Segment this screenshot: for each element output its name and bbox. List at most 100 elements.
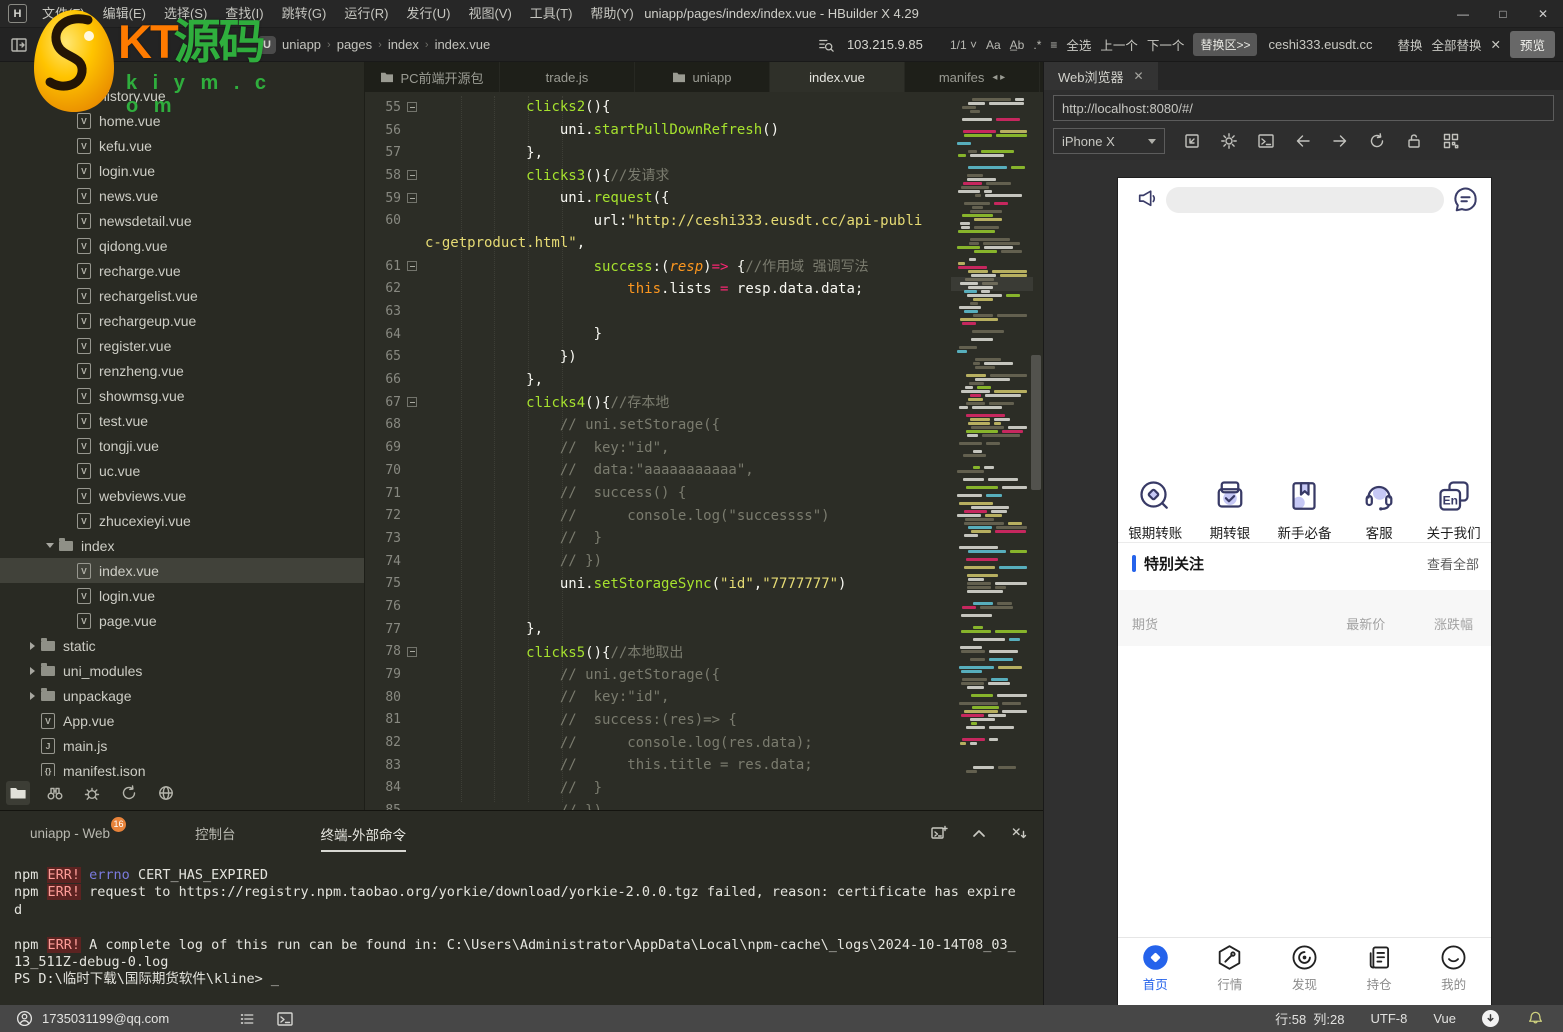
tree-item-static[interactable]: static: [0, 633, 364, 658]
quick-action-期转银[interactable]: 期转银: [1193, 478, 1268, 542]
code-line-75[interactable]: 75 uni.setStorageSync("id","7777777"): [365, 572, 953, 595]
tree-item-unpackage[interactable]: unpackage: [0, 683, 364, 708]
tree-item-index[interactable]: index: [0, 533, 364, 558]
menu-查找I[interactable]: 查找(I): [216, 0, 272, 27]
code-line-59[interactable]: 59 uni.request({: [365, 187, 953, 210]
account-icon[interactable]: [14, 1009, 34, 1029]
fold-marker[interactable]: [405, 102, 419, 112]
menu-视图V[interactable]: 视图(V): [459, 0, 520, 27]
code-line-78[interactable]: 78 clicks5(){//本地取出: [365, 641, 953, 664]
menu-选择S[interactable]: 选择(S): [155, 0, 216, 27]
quick-action-关于我们[interactable]: En 关于我们: [1416, 478, 1491, 542]
code-editor[interactable]: 55 clicks2(){56 uni.startPullDownRefresh…: [365, 92, 1043, 810]
console-icon[interactable]: [1256, 131, 1276, 151]
tree-item-rechargelist.vue[interactable]: Vrechargelist.vue: [0, 283, 364, 308]
collapse-panel-icon[interactable]: [969, 823, 989, 843]
tree-item-qidong.vue[interactable]: Vqidong.vue: [0, 233, 364, 258]
code-line-61[interactable]: 61 success:(resp)=> {//作用域 强调写法: [365, 255, 953, 278]
terminal-icon[interactable]: [275, 1009, 295, 1029]
code-line-81[interactable]: 81 // success:(res)=> {: [365, 709, 953, 732]
code-line-66[interactable]: 66 },: [365, 368, 953, 391]
fold-marker[interactable]: [405, 193, 419, 203]
tree-item-tongji.vue[interactable]: Vtongji.vue: [0, 433, 364, 458]
quick-action-新手必备[interactable]: 新手必备: [1267, 478, 1342, 542]
browser-tab[interactable]: Web浏览器 ✕: [1044, 62, 1158, 90]
editor-scrollbar[interactable]: [1031, 355, 1041, 490]
terminal-output[interactable]: npm ERR! errno CERT_HAS_EXPIRED npm ERR! …: [14, 867, 1033, 989]
replace-input[interactable]: [1266, 36, 1389, 53]
tree-item-uc.vue[interactable]: Vuc.vue: [0, 458, 364, 483]
minimap-viewport[interactable]: [951, 277, 1033, 291]
sync-view-icon[interactable]: [117, 781, 141, 805]
files-view-icon[interactable]: [6, 781, 30, 805]
tree-item-main.js[interactable]: Jmain.js: [0, 733, 364, 758]
menu-运行R[interactable]: 运行(R): [335, 0, 397, 27]
code-line-73[interactable]: 73 // }: [365, 527, 953, 550]
fold-marker[interactable]: [405, 647, 419, 657]
nav-item-首页[interactable]: 首页: [1118, 938, 1193, 1005]
code-line-85[interactable]: 85 // }): [365, 799, 953, 810]
screenshot-export-icon[interactable]: [929, 823, 949, 843]
select-all-button[interactable]: 全选: [1066, 35, 1091, 54]
editor-tab-manifes[interactable]: manifes ◂ ▸: [905, 62, 1040, 92]
regex-toggle[interactable]: .*: [1033, 38, 1041, 52]
editor-tab-trade.js[interactable]: trade.js: [500, 62, 635, 92]
match-case-toggle[interactable]: Aa: [986, 38, 1001, 52]
tree-item-showmsg.vue[interactable]: Vshowmsg.vue: [0, 383, 364, 408]
nav-item-我的[interactable]: 我的: [1416, 938, 1491, 1005]
code-line-68[interactable]: 68 // uni.setStorage({: [365, 414, 953, 437]
tree-item-register.vue[interactable]: Vregister.vue: [0, 333, 364, 358]
menu-帮助Y[interactable]: 帮助(Y): [581, 0, 642, 27]
next-match-button[interactable]: 下一个: [1147, 35, 1185, 54]
chevron-closed-icon[interactable]: [24, 691, 40, 700]
announcement-ticker[interactable]: [1166, 187, 1444, 213]
code-line-67[interactable]: 67 clicks4(){//存本地: [365, 391, 953, 414]
code-line-60[interactable]: 60 url:"http://ceshi333.eusdt.cc/api-pub…: [365, 209, 953, 232]
code-line-72[interactable]: 72 // console.log("successss"): [365, 504, 953, 527]
tree-item-kefu.vue[interactable]: Vkefu.vue: [0, 133, 364, 158]
lines-toggle[interactable]: ≡: [1050, 38, 1057, 52]
chevron-closed-icon[interactable]: [24, 641, 40, 650]
code-line-77[interactable]: 77 },: [365, 618, 953, 641]
code-line-74[interactable]: 74 // }): [365, 550, 953, 573]
tree-item-uni_modules[interactable]: uni_modules: [0, 658, 364, 683]
encoding-indicator[interactable]: UTF-8: [1371, 1011, 1408, 1026]
qr-code-icon[interactable]: [1441, 131, 1461, 151]
code-line-76[interactable]: 76: [365, 595, 953, 618]
tree-item-App.vue[interactable]: V App.vue: [0, 708, 364, 733]
previous-match-button[interactable]: 上一个: [1100, 35, 1138, 54]
chat-bubble-icon[interactable]: [1452, 186, 1479, 213]
terminal-tab-控制台[interactable]: 控制台: [195, 823, 236, 845]
nav-item-发现[interactable]: 发现: [1267, 938, 1342, 1005]
chevron-closed-icon[interactable]: [24, 666, 40, 675]
menu-发行U[interactable]: 发行(U): [397, 0, 459, 27]
refresh-icon[interactable]: [1367, 131, 1387, 151]
editor-tab-index.vue[interactable]: index.vue: [770, 62, 905, 92]
nav-item-行情[interactable]: 行情: [1193, 938, 1268, 1005]
account-email[interactable]: 1735031199@qq.com: [42, 1011, 169, 1026]
terminal-tab-终端-外部命令[interactable]: 终端-外部命令: [320, 824, 407, 852]
code-line[interactable]: c-getproduct.html",: [365, 232, 953, 255]
tree-item-test.vue[interactable]: Vtest.vue: [0, 408, 364, 433]
unlock-icon[interactable]: [1404, 131, 1424, 151]
whole-word-toggle[interactable]: A̲b: [1010, 38, 1025, 52]
url-input[interactable]: [1053, 95, 1554, 121]
tree-item-rechargeup.vue[interactable]: Vrechargeup.vue: [0, 308, 364, 333]
replace-zone-button[interactable]: 替换区>>: [1193, 33, 1258, 56]
code-line-62[interactable]: 62 this.lists = resp.data.data;: [365, 278, 953, 301]
tree-item-renzheng.vue[interactable]: Vrenzheng.vue: [0, 358, 364, 383]
web-view-icon[interactable]: [154, 781, 178, 805]
menu-跳转G[interactable]: 跳转(G): [273, 0, 336, 27]
menu-编辑E[interactable]: 编辑(E): [94, 0, 155, 27]
code-line-65[interactable]: 65 }): [365, 346, 953, 369]
breadcrumb-item-pages[interactable]: pages: [337, 37, 372, 52]
tree-item-page.vue[interactable]: Vpage.vue: [0, 608, 364, 633]
quick-action-银期转账[interactable]: 银期转账: [1118, 478, 1193, 542]
match-count[interactable]: 1/1 ˅: [950, 38, 977, 52]
tree-item-webviews.vue[interactable]: Vwebviews.vue: [0, 483, 364, 508]
tree-item-zhucexieyi.vue[interactable]: Vzhucexieyi.vue: [0, 508, 364, 533]
menu-工具T[interactable]: 工具(T): [521, 0, 582, 27]
tree-item-history.vue[interactable]: Vhistory.vue: [0, 83, 364, 108]
tree-item-recharge.vue[interactable]: Vrecharge.vue: [0, 258, 364, 283]
view-all-link[interactable]: 查看全部: [1427, 554, 1479, 573]
